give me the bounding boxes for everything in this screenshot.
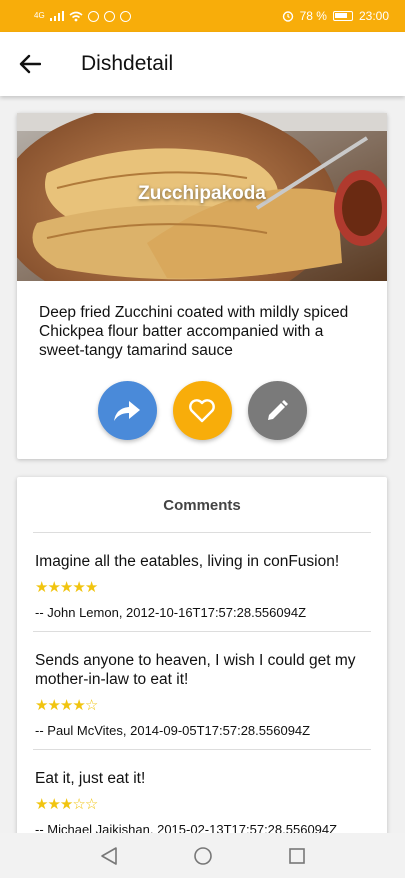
nav-home-button[interactable] xyxy=(191,844,215,868)
comments-card: Comments Imagine all the eatables, livin… xyxy=(17,477,387,877)
star-empty-icon: ☆ xyxy=(72,796,85,813)
star-filled-icon: ★ xyxy=(35,697,48,714)
edit-button[interactable] xyxy=(247,381,307,440)
battery-percent: 78 % xyxy=(299,9,327,23)
favorite-button[interactable] xyxy=(172,381,232,440)
star-rating: ★★★☆☆ xyxy=(35,796,369,814)
comment-text: Eat it, just eat it! xyxy=(35,770,146,787)
comment-text: Imagine all the eatables, living in conF… xyxy=(35,553,340,570)
back-button[interactable] xyxy=(1,32,59,96)
star-filled-icon: ★ xyxy=(47,796,60,813)
pencil-icon xyxy=(268,399,288,420)
square-recents-icon xyxy=(288,847,305,864)
dish-actions xyxy=(17,381,387,440)
star-empty-icon: ☆ xyxy=(84,697,98,714)
comment-text: Sends anyone to heaven, I wish I could g… xyxy=(35,652,356,688)
nav-back-button[interactable] xyxy=(97,844,121,868)
nav-recents-button[interactable] xyxy=(285,844,309,868)
comment-author: -- John Lemon, 2012-10-16T17:57:28.55609… xyxy=(35,605,307,620)
dish-name: Zucchipakoda xyxy=(138,183,266,204)
star-filled-icon: ★ xyxy=(59,579,73,596)
star-filled-icon: ★ xyxy=(72,579,85,596)
share-icon xyxy=(114,400,140,421)
status-bar: 4G 78 % 23:00 xyxy=(0,0,405,32)
dish-image: Zucchipakoda xyxy=(17,113,387,281)
wifi-icon xyxy=(69,11,83,21)
comment-item: Imagine all the eatables, living in conF… xyxy=(33,533,371,632)
star-filled-icon: ★ xyxy=(59,796,73,813)
alarm-icon xyxy=(282,11,293,22)
star-filled-icon: ★ xyxy=(47,697,60,714)
system-nav-bar xyxy=(0,833,405,878)
circle-home-icon xyxy=(193,846,212,865)
clock: 23:00 xyxy=(358,9,389,23)
app-notification-icon xyxy=(87,10,99,22)
star-filled-icon: ★ xyxy=(35,579,48,596)
sync-notification-icon xyxy=(119,10,131,22)
star-filled-icon: ★ xyxy=(84,579,98,596)
triangle-back-icon xyxy=(100,846,117,865)
shield-notification-icon xyxy=(103,10,115,22)
dish-card: Zucchipakoda Deep fried Zucchini coated … xyxy=(17,113,387,459)
star-filled-icon: ★ xyxy=(59,697,73,714)
star-filled-icon: ★ xyxy=(35,796,48,813)
share-button[interactable] xyxy=(97,381,157,440)
network-type: 4G xyxy=(34,11,45,20)
arrow-left-icon xyxy=(19,54,41,74)
star-rating: ★★★★☆ xyxy=(35,697,369,715)
comments-title: Comments xyxy=(33,477,371,533)
signal-icon xyxy=(49,11,64,21)
battery-icon xyxy=(332,11,353,21)
comment-item: Sends anyone to heaven, I wish I could g… xyxy=(33,632,371,750)
star-filled-icon: ★ xyxy=(72,697,85,714)
star-filled-icon: ★ xyxy=(47,579,60,596)
dish-description: Deep fried Zucchini coated with mildly s… xyxy=(39,304,349,359)
page-title: Dishdetail xyxy=(81,52,174,75)
star-rating: ★★★★★ xyxy=(35,579,369,597)
comment-author: -- Paul McVites, 2014-09-05T17:57:28.556… xyxy=(35,723,311,738)
star-empty-icon: ☆ xyxy=(84,796,98,813)
heart-icon xyxy=(189,398,215,422)
app-bar: Dishdetail xyxy=(0,32,405,96)
